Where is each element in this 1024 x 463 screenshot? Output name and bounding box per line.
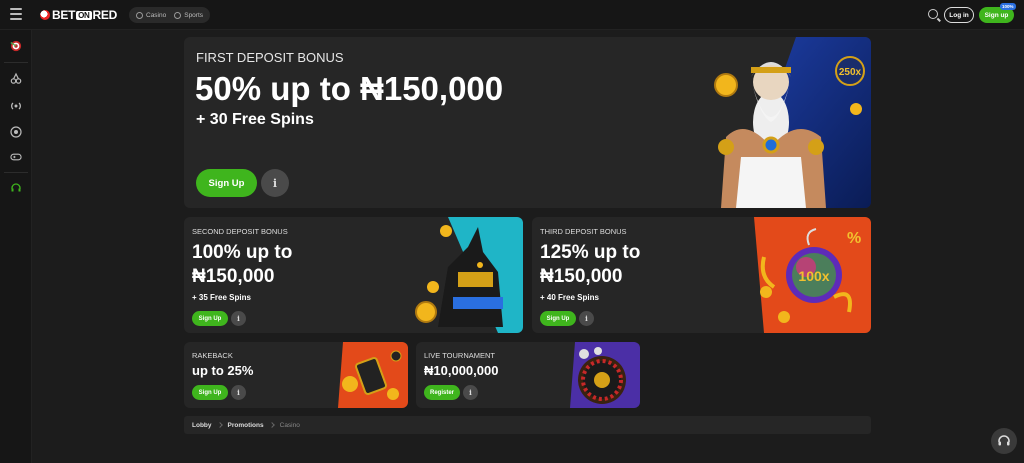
bomb-illustration: 100x % [754,217,871,333]
second-signup-button[interactable]: Sign Up [192,311,228,326]
support-chat-button[interactable] [991,428,1017,454]
breadcrumb-lobby[interactable]: Lobby [192,422,212,429]
nav-casino[interactable]: Casino [136,11,166,19]
third-deposit-card[interactable]: THIRD DEPOSIT BONUS 125% up to ₦150,000 … [532,217,871,333]
third-title-1: 125% up to [540,242,641,263]
breadcrumb-promotions[interactable]: Promotions [228,422,264,429]
football-icon [174,11,182,19]
divider [4,62,28,63]
second-title-1: 100% up to [192,242,293,263]
zeus-illustration: 250x [714,37,871,208]
football-icon[interactable] [10,126,22,138]
first-deposit-card[interactable]: FIRST DEPOSIT BONUS 50% up to ₦150,000 +… [184,37,871,208]
third-info-button[interactable]: i [579,311,594,326]
top-header: BET ON RED Casino Sports Log in Sign up … [0,0,1024,30]
hero-label: FIRST DEPOSIT BONUS [196,50,344,65]
chevron-right-icon [268,422,275,428]
hero-signup-button[interactable]: Sign Up [196,169,257,197]
third-badge: 100x [798,268,829,284]
rakeback-signup-button[interactable]: Sign Up [192,385,228,400]
menu-icon[interactable] [10,8,22,20]
second-subtitle: + 35 Free Spins [192,293,251,302]
rakeback-label: RAKEBACK [192,351,233,360]
support-icon[interactable] [10,182,22,194]
nav-sports[interactable]: Sports [174,11,203,19]
sidebar [0,30,32,463]
second-info-button[interactable]: i [231,311,246,326]
search-icon[interactable] [928,9,938,19]
live-icon[interactable] [10,100,22,112]
chevron-right-icon [216,422,223,428]
breadcrumb: Lobby Promotions Casino [184,416,871,434]
hero-info-button[interactable]: i [261,169,289,197]
rakeback-card[interactable]: RAKEBACK up to 25% Sign Up i [184,342,408,408]
tournament-info-button[interactable]: i [463,385,478,400]
hero-subtitle: + 30 Free Spins [196,111,314,128]
third-signup-button[interactable]: Sign Up [540,311,576,326]
second-title-2: ₦150,000 [192,266,275,287]
roulette-illustration [570,342,640,408]
logo[interactable]: BET ON RED [40,6,117,24]
login-button[interactable]: Log in [944,7,974,23]
headset-icon [998,435,1010,446]
dartboard-icon[interactable] [10,40,22,52]
rakeback-info-button[interactable]: i [231,385,246,400]
svg-text:%: % [847,230,861,247]
gamepad-icon[interactable] [10,151,22,163]
second-deposit-card[interactable]: SECOND DEPOSIT BONUS 100% up to ₦150,000… [184,217,523,333]
third-label: THIRD DEPOSIT BONUS [540,227,627,236]
tournament-label: LIVE TOURNAMENT [424,351,495,360]
product-switch: Casino Sports [129,7,211,23]
anubis-illustration [415,217,523,333]
second-label: SECOND DEPOSIT BONUS [192,227,288,236]
rakeback-title: up to 25% [192,363,254,378]
tournament-card[interactable]: LIVE TOURNAMENT ₦10,000,000 Register i [416,342,640,408]
third-subtitle: + 40 Free Spins [540,293,599,302]
signup-badge: 100% [1000,3,1016,10]
divider [4,172,28,173]
tournament-title: ₦10,000,000 [424,363,499,378]
third-title-2: ₦150,000 [540,266,623,287]
hero-title: 50% up to ₦150,000 [195,70,504,107]
breadcrumb-casino: Casino [279,421,300,429]
cherries-icon[interactable] [10,72,22,84]
cherries-icon [136,11,143,19]
hero-badge: 250x [839,67,862,78]
ball-icon [40,10,50,20]
tournament-register-button[interactable]: Register [424,385,460,400]
rakeback-illustration [338,342,408,408]
